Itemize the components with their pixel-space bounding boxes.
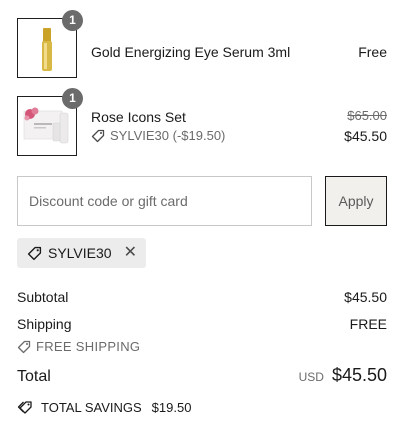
original-price: $65.00 bbox=[347, 108, 387, 123]
shipping-label: Shipping bbox=[17, 316, 72, 332]
item-discount: SYLVIE30 (-$19.50) bbox=[91, 128, 225, 143]
quantity-badge: 1 bbox=[62, 88, 83, 109]
free-shipping-label: FREE SHIPPING bbox=[36, 339, 141, 354]
total-label: Total bbox=[17, 368, 51, 385]
tag-icon bbox=[27, 246, 42, 260]
cart-item: 1 Gold Energizing Eye Serum 3ml Free bbox=[17, 10, 387, 80]
discount-code-input[interactable] bbox=[17, 176, 312, 226]
total-savings-value: $19.50 bbox=[151, 400, 192, 415]
tags-icon bbox=[17, 401, 32, 414]
item-price: Free bbox=[358, 44, 387, 60]
shipping-row: Shipping FREE bbox=[17, 316, 387, 332]
tag-icon bbox=[91, 129, 105, 142]
item-discount-label: SYLVIE30 (-$19.50) bbox=[110, 128, 226, 143]
subtotal-row: Subtotal $45.50 bbox=[17, 289, 387, 305]
applied-discount-chip: SYLVIE30 ✕ bbox=[17, 238, 146, 268]
item-name: Rose Icons Set bbox=[91, 109, 186, 125]
cart-item: 1 Rose Icons Set $65.00 SYLVIE30 (-$19.5… bbox=[17, 88, 387, 158]
free-shipping-note: FREE SHIPPING bbox=[17, 339, 140, 354]
total-value-group: USD $45.50 bbox=[299, 365, 387, 386]
total-savings-label: TOTAL SAVINGS bbox=[41, 400, 142, 415]
total-value: $45.50 bbox=[331, 365, 387, 385]
item-price: $45.50 bbox=[344, 128, 387, 144]
shipping-value: FREE bbox=[349, 316, 387, 332]
subtotal-value: $45.50 bbox=[344, 289, 387, 305]
apply-button[interactable]: Apply bbox=[325, 176, 387, 226]
remove-discount-icon[interactable]: ✕ bbox=[124, 245, 137, 261]
tag-icon bbox=[17, 340, 31, 353]
quantity-badge: 1 bbox=[62, 10, 83, 31]
item-name: Gold Energizing Eye Serum 3ml bbox=[91, 44, 291, 60]
total-savings: TOTAL SAVINGS $19.50 bbox=[17, 400, 191, 415]
currency-code: USD bbox=[298, 370, 324, 384]
applied-code-label: SYLVIE30 bbox=[48, 245, 112, 261]
subtotal-label: Subtotal bbox=[17, 289, 69, 305]
